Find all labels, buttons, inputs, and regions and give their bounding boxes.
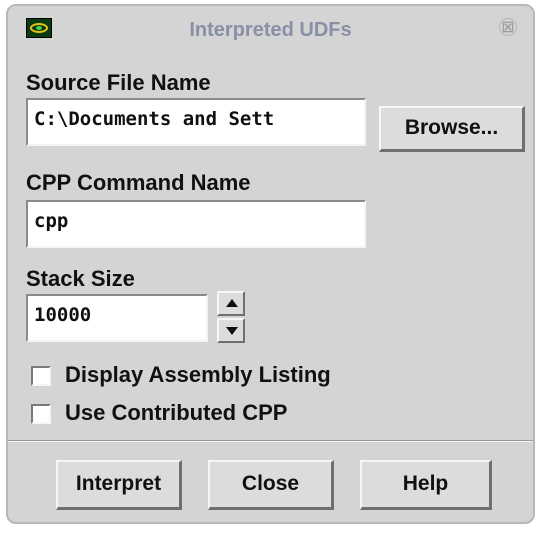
display-assembly-listing-checkbox[interactable] <box>31 366 51 386</box>
use-contributed-cpp-checkbox[interactable] <box>31 404 51 424</box>
separator <box>8 440 533 442</box>
dialog-title: Interpreted UDFs <box>189 19 352 41</box>
help-button[interactable]: Help <box>360 460 492 510</box>
stack-size-label: Stack Size <box>26 266 135 291</box>
interpret-button[interactable]: Interpret <box>56 460 182 510</box>
arrow-up-icon <box>226 299 238 307</box>
title-bar[interactable]: Interpreted UDFs ⊠ <box>8 6 533 52</box>
decrement-button[interactable] <box>217 318 245 343</box>
stack-size-input[interactable]: 10000 <box>26 294 208 342</box>
cpp-command-input[interactable]: cpp <box>26 200 366 248</box>
source-file-label: Source File Name <box>26 70 211 95</box>
cpp-command-label: CPP Command Name <box>26 170 251 195</box>
display-assembly-listing-label[interactable]: Display Assembly Listing <box>65 362 331 388</box>
increment-button[interactable] <box>217 291 245 316</box>
arrow-down-icon <box>226 327 238 335</box>
close-button[interactable]: Close <box>208 460 334 510</box>
interpreted-udfs-dialog: Interpreted UDFs ⊠ Source File Name C:\D… <box>6 4 535 524</box>
browse-button[interactable]: Browse... <box>379 106 525 152</box>
source-file-input[interactable]: C:\Documents and Sett <box>26 98 366 146</box>
stack-size-stepper[interactable] <box>217 291 245 343</box>
close-icon[interactable]: ⊠ <box>499 18 517 36</box>
use-contributed-cpp-label[interactable]: Use Contributed CPP <box>65 400 287 426</box>
